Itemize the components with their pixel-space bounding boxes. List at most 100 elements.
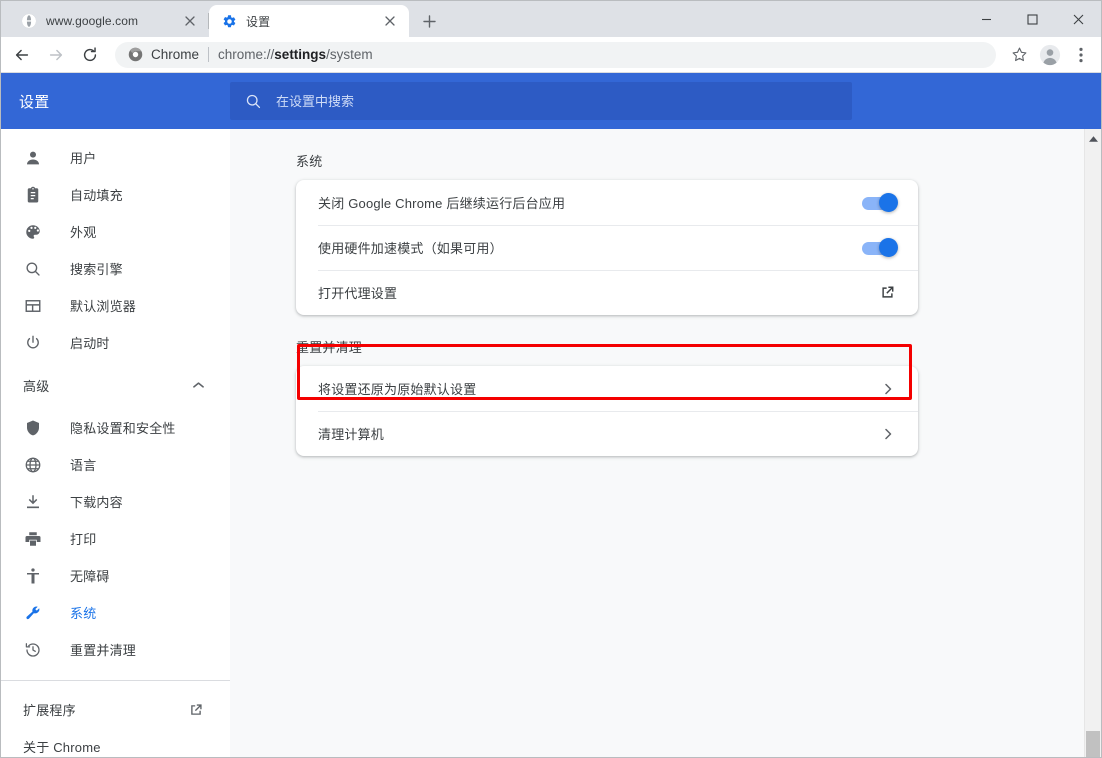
sidebar-item-on-startup[interactable]: 启动时 — [1, 324, 230, 361]
new-tab-button[interactable] — [415, 7, 443, 35]
toggle-hardware-acceleration[interactable] — [862, 237, 898, 257]
row-label: 关闭 Google Chrome 后继续运行后台应用 — [318, 196, 566, 211]
sidebar-item-autofill[interactable]: 自动填充 — [1, 176, 230, 213]
tab-title: 设置 — [246, 14, 271, 29]
chevron-right-icon — [880, 381, 896, 397]
sidebar-item-label: 用户 — [70, 151, 97, 166]
reload-icon[interactable] — [74, 39, 106, 71]
chrome-logo-icon — [127, 47, 143, 63]
browser-window-icon — [23, 296, 43, 316]
sidebar-item-label: 关于 Chrome — [23, 740, 101, 755]
search-icon — [244, 92, 262, 110]
sidebar-item-label: 下载内容 — [70, 495, 123, 510]
maximize-icon[interactable] — [1009, 3, 1055, 35]
close-icon[interactable] — [181, 12, 199, 30]
sidebar-item-label: 扩展程序 — [23, 703, 76, 718]
sidebar-item-appearance[interactable]: 外观 — [1, 213, 230, 250]
tab-title: www.google.com — [46, 14, 139, 28]
chevron-right-icon — [880, 426, 896, 442]
sidebar-item-languages[interactable]: 语言 — [1, 446, 230, 483]
sidebar-item-downloads[interactable]: 下载内容 — [1, 483, 230, 520]
toggle-knob — [879, 192, 898, 212]
tab-google[interactable]: www.google.com — [9, 5, 209, 37]
sidebar-item-label: 重置并清理 — [70, 643, 137, 658]
settings-sidebar: 用户 自动填充 外观 搜索引擎 默认浏览器 启动时 高级 隐私设置和安全性 语言… — [1, 129, 230, 757]
printer-icon — [23, 529, 43, 549]
wrench-icon — [23, 603, 43, 623]
close-icon[interactable] — [381, 12, 399, 30]
row-label: 使用硬件加速模式（如果可用） — [318, 241, 503, 256]
row-restore-defaults[interactable]: 将设置还原为原始默认设置 — [296, 366, 918, 411]
search-input[interactable] — [276, 93, 838, 109]
globe-icon — [23, 455, 43, 475]
download-icon — [23, 492, 43, 512]
sidebar-item-label: 语言 — [70, 458, 97, 473]
row-label: 清理计算机 — [318, 427, 385, 442]
search-icon — [23, 259, 43, 279]
sidebar-item-search-engine[interactable]: 搜索引擎 — [1, 250, 230, 287]
sidebar-item-label: 无障碍 — [70, 569, 110, 584]
system-settings-card: 关闭 Google Chrome 后继续运行后台应用 使用硬件加速模式（如果可用… — [296, 180, 918, 315]
sidebar-item-printing[interactable]: 打印 — [1, 520, 230, 557]
sidebar-item-label: 默认浏览器 — [70, 299, 137, 314]
shield-icon — [23, 418, 43, 438]
chevron-up-icon — [193, 376, 204, 394]
row-label: 打开代理设置 — [318, 286, 398, 301]
globe-icon — [21, 13, 37, 29]
sidebar-item-extensions[interactable]: 扩展程序 — [1, 691, 230, 728]
reset-cleanup-card: 将设置还原为原始默认设置 清理计算机 — [296, 366, 918, 456]
sidebar-item-label: 搜索引擎 — [70, 262, 123, 277]
sidebar-item-about-chrome[interactable]: 关于 Chrome — [1, 728, 230, 757]
browser-window: www.google.com 设置 Chrome chrome://settin… — [0, 0, 1102, 758]
star-icon[interactable] — [1005, 41, 1033, 69]
row-label: 将设置还原为原始默认设置 — [318, 382, 477, 397]
tab-settings[interactable]: 设置 — [209, 5, 409, 37]
sidebar-divider — [1, 680, 230, 681]
close-icon[interactable] — [1055, 3, 1101, 35]
section-heading-system: 系统 — [296, 154, 323, 169]
back-icon[interactable] — [6, 39, 38, 71]
sidebar-group-advanced[interactable]: 高级 — [1, 361, 230, 409]
sidebar-item-system[interactable]: 系统 — [1, 594, 230, 631]
sidebar-item-privacy-security[interactable]: 隐私设置和安全性 — [1, 409, 230, 446]
sidebar-item-label: 隐私设置和安全性 — [70, 421, 176, 436]
avatar-icon[interactable] — [1036, 41, 1064, 69]
sidebar-item-label: 外观 — [70, 225, 97, 240]
vertical-scrollbar[interactable] — [1084, 129, 1101, 757]
sidebar-item-label: 启动时 — [70, 336, 110, 351]
tab-strip: www.google.com 设置 — [1, 1, 1101, 37]
row-background-apps[interactable]: 关闭 Google Chrome 后继续运行后台应用 — [296, 180, 918, 225]
minimize-icon[interactable] — [963, 3, 1009, 35]
sidebar-item-label: 自动填充 — [70, 188, 123, 203]
scroll-up-arrow-icon[interactable] — [1085, 130, 1101, 147]
row-open-proxy-settings[interactable]: 打开代理设置 — [296, 270, 918, 315]
external-link-icon[interactable] — [879, 284, 896, 301]
section-heading-reset-cleanup: 重置并清理 — [296, 340, 363, 355]
sidebar-item-label: 打印 — [70, 532, 97, 547]
history-restore-icon — [23, 640, 43, 660]
omnibox-divider — [208, 47, 210, 62]
address-bar[interactable]: Chrome chrome://settings/system — [115, 41, 996, 68]
gear-icon — [221, 13, 237, 29]
row-clean-up-computer[interactable]: 清理计算机 — [296, 411, 918, 456]
sidebar-item-reset-cleanup[interactable]: 重置并清理 — [1, 631, 230, 668]
sidebar-item-people[interactable]: 用户 — [1, 139, 230, 176]
forward-icon[interactable] — [40, 39, 72, 71]
url-prefix: chrome:// — [218, 47, 275, 62]
page-title: 设置 — [19, 93, 50, 111]
toggle-knob — [879, 237, 898, 257]
three-dot-menu-icon[interactable] — [1067, 41, 1095, 69]
row-hardware-acceleration[interactable]: 使用硬件加速模式（如果可用） — [296, 225, 918, 270]
browser-toolbar: Chrome chrome://settings/system — [1, 37, 1101, 73]
url-suffix: /system — [326, 47, 373, 62]
settings-body: 用户 自动填充 外观 搜索引擎 默认浏览器 启动时 高级 隐私设置和安全性 语言… — [1, 129, 1101, 757]
person-icon — [23, 148, 43, 168]
scrollbar-thumb[interactable] — [1086, 731, 1100, 757]
external-link-icon — [188, 702, 204, 718]
toggle-background-apps[interactable] — [862, 192, 898, 212]
search-box[interactable] — [230, 82, 852, 120]
omnibox-scheme-label: Chrome — [151, 47, 200, 62]
window-controls — [963, 1, 1101, 37]
sidebar-item-accessibility[interactable]: 无障碍 — [1, 557, 230, 594]
sidebar-item-default-browser[interactable]: 默认浏览器 — [1, 287, 230, 324]
